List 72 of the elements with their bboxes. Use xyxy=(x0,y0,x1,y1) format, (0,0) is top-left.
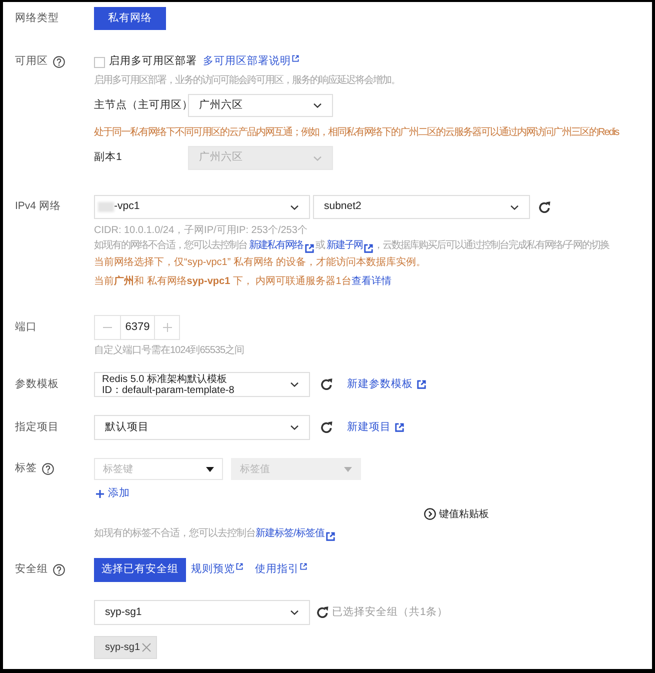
warning-text: 处于同一私有网络下不同可用区的云产品内网互通；例如，相同私有网络下的广州二区的云服务器可以通过内网访问广州三区的Redis xyxy=(94,126,619,140)
chevron-down-icon xyxy=(510,204,519,210)
field-label: 指定项目 xyxy=(15,420,59,435)
field-label: 网络类型 xyxy=(15,10,59,26)
refresh-icon xyxy=(316,606,329,619)
cidr-text: CIDR: 10.0.1.0/24，子网IP/可用IP: 253个/253个 xyxy=(94,224,308,238)
field-label: 端口 xyxy=(15,320,37,335)
chevron-down-icon xyxy=(313,103,322,108)
field-label: 参数模板 xyxy=(15,376,59,392)
text-link[interactable]: 新建私有网络 xyxy=(248,238,314,254)
plus-icon xyxy=(96,490,104,498)
external-link-icon xyxy=(417,380,426,389)
port-input[interactable]: 6379 xyxy=(120,316,155,339)
help-icon xyxy=(53,564,65,576)
vpc-select[interactable]: -vpc1 xyxy=(94,195,310,219)
refresh-icon xyxy=(538,200,551,214)
external-link-icon xyxy=(395,423,404,432)
security-group-select[interactable]: syp-sg1 xyxy=(94,600,310,625)
text-link[interactable]: 新建标签/标签值 xyxy=(256,526,336,542)
help-text: 自定义端口号需在1024到65535之间 xyxy=(94,344,244,358)
external-link-icon xyxy=(236,563,243,570)
text-link[interactable]: 新建项目 xyxy=(347,420,404,436)
text-link[interactable]: 使用指引 xyxy=(255,562,307,578)
chevron-down-icon xyxy=(290,610,299,615)
paste-board-toggle[interactable]: 键值粘贴板 xyxy=(424,506,489,522)
field-label: 可用区 xyxy=(15,54,48,70)
text-link[interactable]: 查看详情 xyxy=(351,274,392,290)
caret-down-icon xyxy=(344,466,352,472)
chevron-down-icon xyxy=(290,382,299,387)
external-link-icon xyxy=(304,244,314,252)
selection-summary: 已选择安全组（共1条） xyxy=(332,604,448,620)
checkbox-label: 启用多可用区部署 xyxy=(109,54,197,70)
close-icon xyxy=(142,643,151,652)
notice-text: 当前网络选择下，仅“syp-vpc1” 私有网络 的设备，才能访问本数据库实例。 xyxy=(94,256,426,270)
field-label: 标签 xyxy=(15,461,37,476)
subnet-select[interactable]: subnet2 xyxy=(313,195,530,219)
external-link-icon xyxy=(326,532,336,540)
help-text: 启用多可用区部署，业务的访问可能会跨可用区，服务的响应延迟将会增加。 xyxy=(94,74,400,88)
chevron-down-icon xyxy=(290,425,299,430)
field-label: 安全组 xyxy=(15,562,48,578)
text-link[interactable]: 多可用区部署说明 xyxy=(203,54,299,70)
refresh-icon xyxy=(320,421,333,434)
select-security-group-button[interactable]: 选择已有安全组 xyxy=(94,558,186,582)
refresh-icon xyxy=(320,378,333,391)
notice-text: 当前广州和 私有网络syp-vpc1 下， 内网可联通服务器1台查看详情 xyxy=(94,274,392,290)
help-icon xyxy=(53,56,65,68)
external-link-icon xyxy=(292,55,299,62)
chip-label: syp-sg1 xyxy=(105,641,140,655)
help-icon xyxy=(42,463,54,475)
hint-text: 如现有的标签不合适，您可以去控制台新建标签/标签值 xyxy=(94,526,336,542)
field-label: 主节点（主可用区） xyxy=(94,98,188,113)
text-link[interactable]: 规则预览 xyxy=(191,562,243,578)
network-type-button[interactable]: 私有网络 xyxy=(94,7,166,30)
add-tag-link[interactable]: 添加 xyxy=(96,486,130,502)
param-template-select[interactable]: Redis 5.0 标准架构默认模板 ID：default-param-template-8 xyxy=(94,372,310,397)
field-label: 副本1 xyxy=(94,150,123,166)
chevron-down-icon xyxy=(313,156,322,160)
circle-chevron-right-icon xyxy=(424,508,436,520)
external-link-icon xyxy=(300,563,307,570)
text-link[interactable]: 新建参数模板 xyxy=(347,376,426,392)
external-link-icon xyxy=(364,244,374,252)
chevron-down-icon xyxy=(290,204,299,210)
project-select[interactable]: 默认项目 xyxy=(94,415,310,440)
blurred-text-patch xyxy=(98,202,114,212)
minus-icon xyxy=(103,327,112,328)
checkbox[interactable] xyxy=(94,56,105,68)
text-link[interactable]: 新建子网 xyxy=(326,238,374,254)
field-label: IPv4 网络 xyxy=(15,199,61,214)
hint-text: 如现有的网络不合适，您可以去控制台 新建私有网络 或 新建子网 ，云数据库购买后可以通过控制台完成私有网络/子网的切换 xyxy=(94,238,610,254)
caret-down-icon xyxy=(206,466,214,472)
zone-select[interactable]: 广州六区 xyxy=(188,94,333,117)
plus-icon xyxy=(162,323,172,332)
